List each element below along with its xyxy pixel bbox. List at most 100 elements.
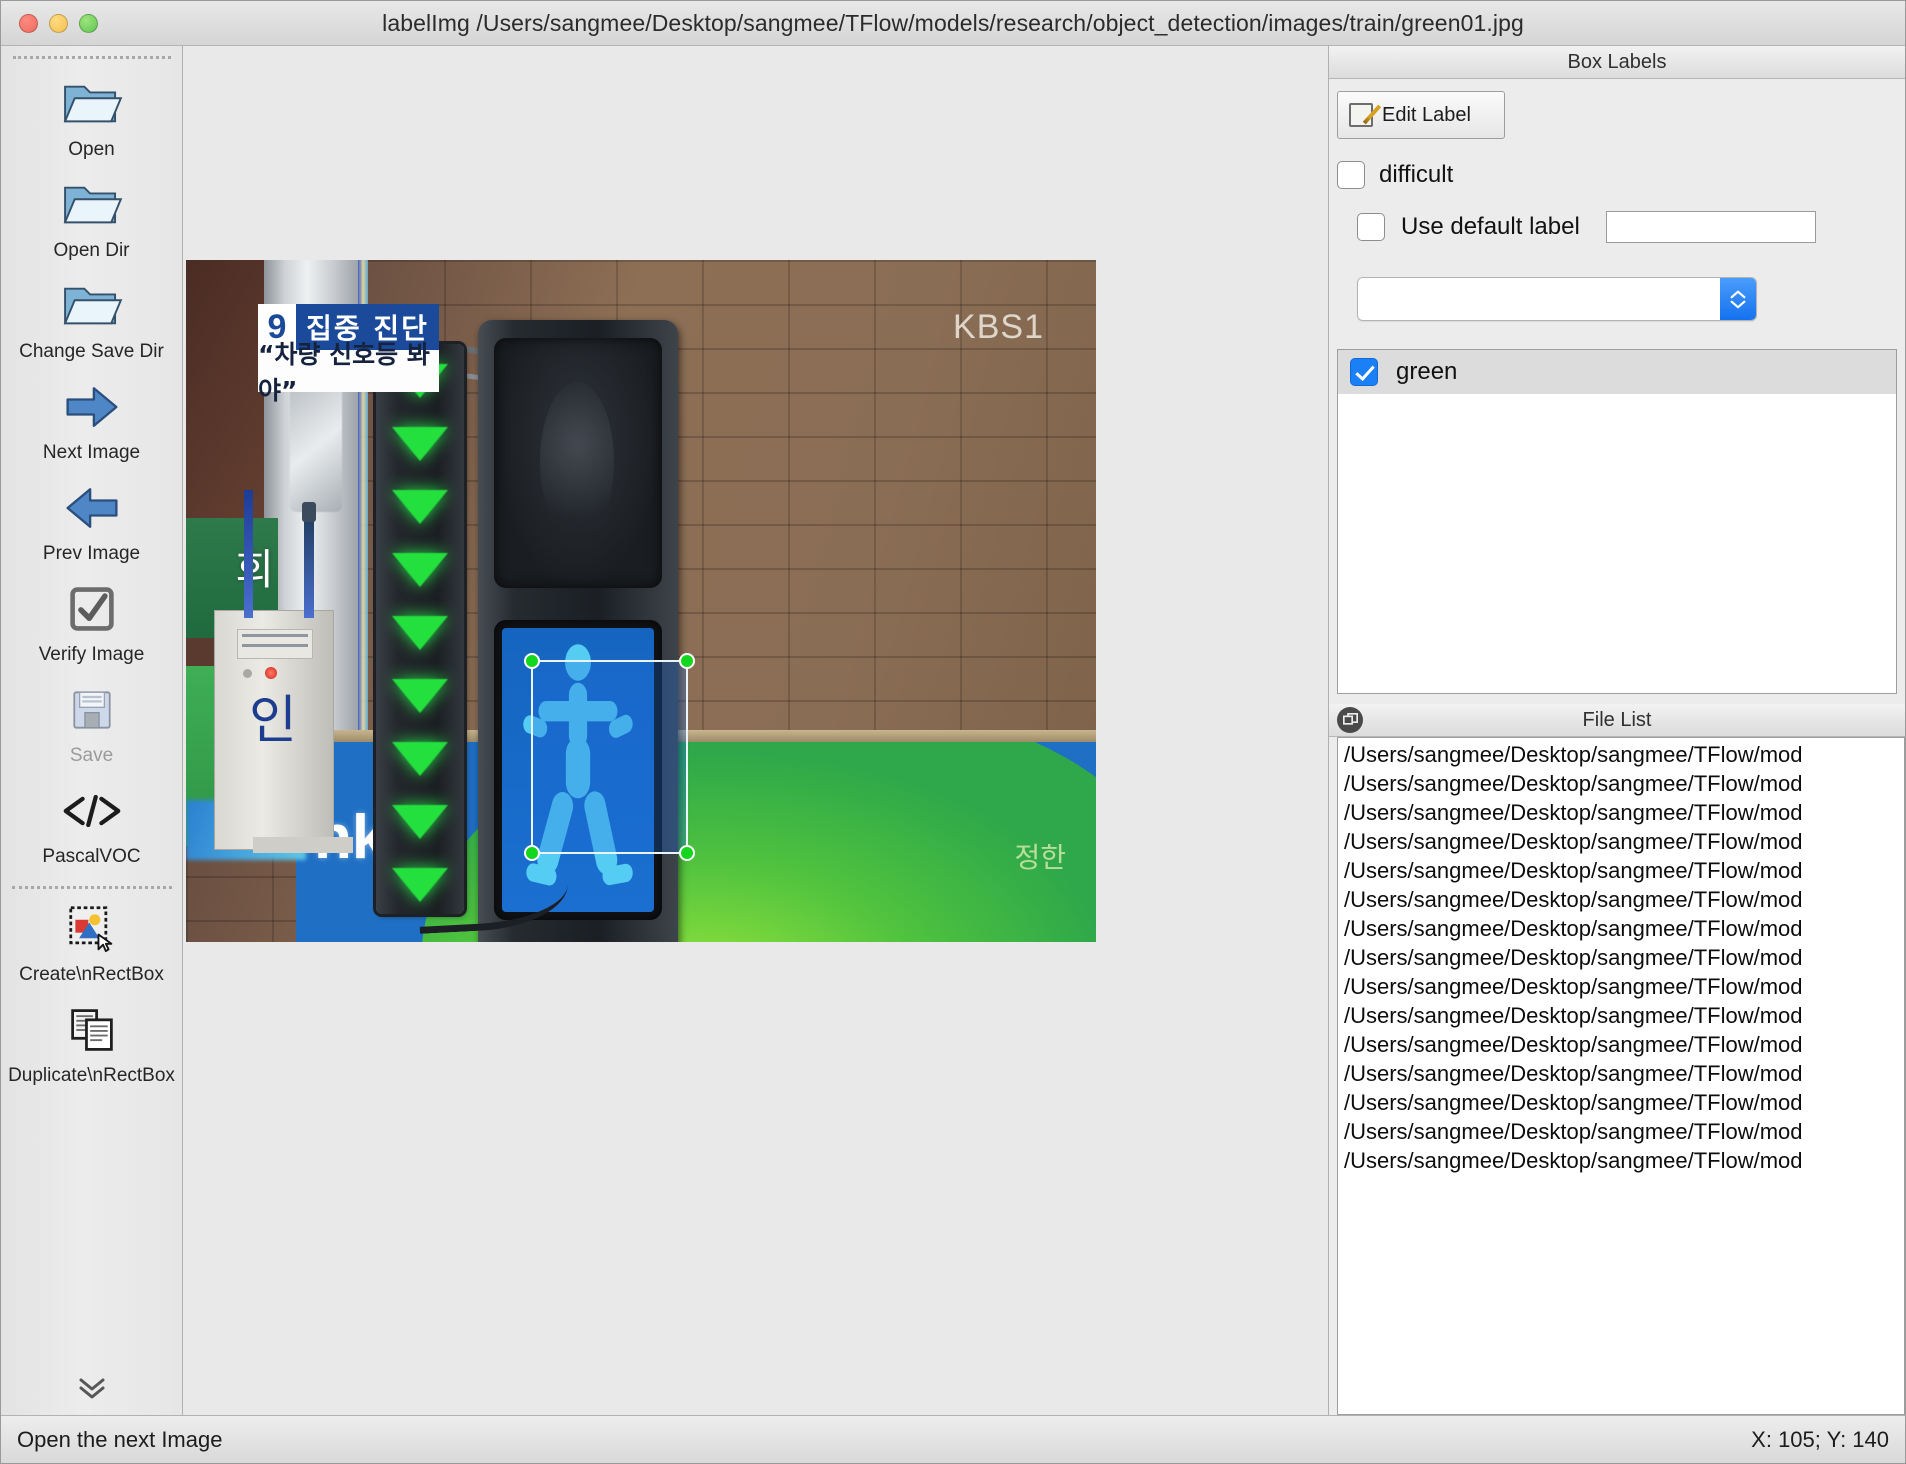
file-list-item[interactable]: /Users/sangmee/Desktop/sangmee/TFlow/mod	[1338, 1059, 1904, 1088]
file-list-item[interactable]: /Users/sangmee/Desktop/sangmee/TFlow/mod	[1338, 943, 1904, 972]
box-labels-panel: Edit Label difficult Use default label g…	[1329, 79, 1905, 694]
folder-icon	[60, 76, 124, 132]
edit-label-button-text: Edit Label	[1382, 103, 1471, 126]
label-list-item[interactable]: green	[1338, 350, 1896, 394]
green-arrow-icon	[392, 427, 448, 461]
bbox-handle-top-left[interactable]	[524, 653, 540, 669]
combo-stepper-icon[interactable]	[1720, 278, 1756, 320]
file-list-item[interactable]: /Users/sangmee/Desktop/sangmee/TFlow/mod	[1338, 769, 1904, 798]
left-toolbar: Open Open Dir Change Save Dir Next Image…	[1, 46, 183, 1415]
box-labels-panel-title: Box Labels	[1329, 46, 1905, 79]
toolbar-label: Open Dir	[53, 240, 130, 261]
toolbar-overflow-chevron-icon[interactable]	[77, 1377, 107, 1403]
green-arrow-icon	[392, 805, 448, 839]
toolbar-item-change-save-dir[interactable]: Change Save Dir	[1, 272, 182, 373]
labelimg-window: labelImg /Users/sangmee/Desktop/sangmee/…	[0, 0, 1906, 1464]
bbox-handle-top-right[interactable]	[679, 653, 695, 669]
green-arrow-icon	[392, 742, 448, 776]
use-default-label-checkbox[interactable]	[1357, 213, 1385, 241]
toolbar-item-open-dir[interactable]: Open Dir	[1, 171, 182, 272]
label-list[interactable]: green	[1337, 349, 1897, 694]
toolbar-label: Prev Image	[42, 543, 141, 564]
toolbar-item-open[interactable]: Open	[1, 70, 182, 171]
annotation-bounding-box[interactable]	[524, 653, 695, 861]
file-list-rows[interactable]: /Users/sangmee/Desktop/sangmee/TFlow/mod…	[1337, 737, 1905, 1415]
toolbar-item-prev-image[interactable]: Prev Image	[1, 474, 182, 575]
toolbar-label: Verify Image	[38, 644, 145, 665]
toolbar-item-save[interactable]: Save	[1, 676, 182, 777]
label-combo-row	[1357, 277, 1905, 321]
use-default-label-row[interactable]: Use default label	[1357, 211, 1905, 243]
file-list-item[interactable]: /Users/sangmee/Desktop/sangmee/TFlow/mod	[1338, 798, 1904, 827]
file-list-item[interactable]: /Users/sangmee/Desktop/sangmee/TFlow/mod	[1338, 885, 1904, 914]
cabinet-plate	[237, 629, 313, 659]
file-list-item[interactable]: /Users/sangmee/Desktop/sangmee/TFlow/mod	[1338, 1088, 1904, 1117]
file-list-item[interactable]: /Users/sangmee/Desktop/sangmee/TFlow/mod	[1338, 1146, 1904, 1175]
file-list-item[interactable]: /Users/sangmee/Desktop/sangmee/TFlow/mod	[1338, 856, 1904, 885]
toolbar-label: Duplicate\nRectBox	[8, 1065, 175, 1086]
bbox-handle-bottom-left[interactable]	[524, 845, 540, 861]
green-arrow-column	[376, 364, 464, 902]
file-list-item[interactable]: /Users/sangmee/Desktop/sangmee/TFlow/mod	[1338, 1001, 1904, 1030]
duplicate-icon	[60, 1002, 124, 1058]
pencil-icon	[1348, 102, 1382, 128]
toolbar-label: Save	[69, 745, 114, 766]
default-label-input[interactable]	[1605, 211, 1816, 243]
toolbar-item-duplicate-rectbox[interactable]: Duplicate\nRectBox	[1, 996, 182, 1097]
file-list-title-text: File List	[1582, 708, 1652, 731]
box-labels-title-text: Box Labels	[1567, 50, 1667, 73]
image-canvas[interactable]: nk 정한 인	[183, 46, 1329, 1415]
close-window-button[interactable]	[19, 13, 38, 33]
pedestrian-signal-red-lamp-off	[494, 338, 662, 588]
label-combo-box[interactable]	[1357, 277, 1757, 321]
chyron-subline: “차량 신호등 봐야”	[258, 340, 439, 405]
toolbar-item-verify-image[interactable]: Verify Image	[1, 575, 182, 676]
cabinet-base	[253, 837, 353, 853]
folder-icon	[60, 177, 124, 233]
label-item-text: green	[1396, 358, 1458, 385]
difficult-checkbox[interactable]	[1337, 161, 1365, 189]
toolbar-label: Next Image	[42, 442, 141, 463]
file-list-item[interactable]: /Users/sangmee/Desktop/sangmee/TFlow/mod	[1338, 972, 1904, 1001]
toolbar-item-next-image[interactable]: Next Image	[1, 373, 182, 474]
toolbar-separator	[11, 886, 172, 889]
label-item-checkbox[interactable]	[1350, 358, 1378, 386]
window-body: Open Open Dir Change Save Dir Next Image…	[1, 46, 1905, 1415]
file-list-item[interactable]: /Users/sangmee/Desktop/sangmee/TFlow/mod	[1338, 740, 1904, 769]
cabinet-plate-text	[242, 634, 308, 654]
arrow-right-icon	[60, 379, 124, 435]
file-list-item[interactable]: /Users/sangmee/Desktop/sangmee/TFlow/mod	[1338, 827, 1904, 856]
floppy-disk-icon	[60, 682, 124, 738]
cabinet-antenna	[244, 490, 253, 618]
file-list-panel: File List /Users/sangmee/Desktop/sangmee…	[1329, 704, 1905, 1415]
label-combo-input[interactable]	[1358, 278, 1720, 320]
window-title: labelImg /Users/sangmee/Desktop/sangmee/…	[382, 9, 1524, 36]
right-dock: Box Labels Edit Label difficult Use defa…	[1329, 46, 1905, 1415]
cursor-coordinates: X: 105; Y: 140	[1751, 1426, 1889, 1452]
file-list-item[interactable]: /Users/sangmee/Desktop/sangmee/TFlow/mod	[1338, 1117, 1904, 1146]
file-list-item[interactable]: /Users/sangmee/Desktop/sangmee/TFlow/mod	[1338, 1030, 1904, 1059]
difficult-checkbox-row[interactable]: difficult	[1337, 161, 1905, 189]
edit-label-button[interactable]: Edit Label	[1337, 91, 1505, 139]
status-bar: Open the next Image X: 105; Y: 140	[1, 1415, 1905, 1463]
maximize-window-button[interactable]	[79, 13, 98, 33]
toolbar-label: Create\nRectBox	[19, 964, 164, 985]
broadcaster-watermark: KBS1	[953, 308, 1044, 346]
green-arrow-icon	[392, 616, 448, 650]
window-controls	[19, 13, 98, 33]
bbox-handle-bottom-right[interactable]	[679, 845, 695, 861]
folder-icon	[60, 278, 124, 334]
toolbar-item-format[interactable]: PascalVOC	[1, 777, 182, 878]
annotated-photo[interactable]: nk 정한 인	[186, 260, 1096, 942]
file-list-item[interactable]: /Users/sangmee/Desktop/sangmee/TFlow/mod	[1338, 914, 1904, 943]
toolbar-drag-handle[interactable]	[12, 56, 171, 66]
arrow-signal-housing	[376, 344, 464, 914]
toolbar-item-create-rectbox[interactable]: Create\nRectBox	[1, 895, 182, 996]
undock-icon[interactable]	[1337, 707, 1363, 733]
create-rect-icon	[60, 901, 124, 957]
minimize-window-button[interactable]	[49, 13, 68, 33]
cabinet-indicator-off	[243, 669, 252, 678]
arrow-left-icon	[60, 480, 124, 536]
cabinet-glyph: 인	[249, 691, 297, 751]
toolbar-label: PascalVOC	[42, 846, 141, 867]
